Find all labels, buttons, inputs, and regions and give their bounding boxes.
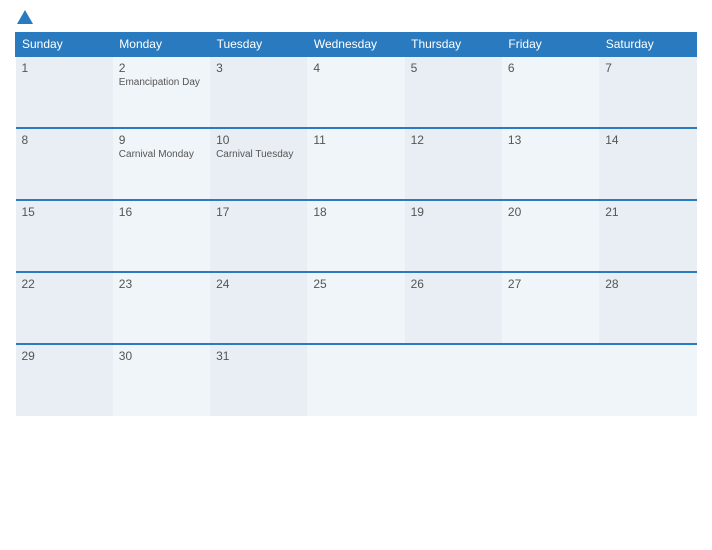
day-number: 2 [119, 61, 204, 75]
calendar-cell: 7 [599, 56, 696, 128]
calendar-table: SundayMondayTuesdayWednesdayThursdayFrid… [15, 32, 697, 416]
calendar-cell [307, 344, 404, 416]
day-number: 6 [508, 61, 593, 75]
day-number: 9 [119, 133, 204, 147]
calendar-cell: 17 [210, 200, 307, 272]
calendar-cell: 15 [16, 200, 113, 272]
calendar-page: SundayMondayTuesdayWednesdayThursdayFrid… [0, 0, 712, 550]
day-number: 22 [22, 277, 107, 291]
day-number: 14 [605, 133, 690, 147]
day-number: 3 [216, 61, 301, 75]
day-number: 15 [22, 205, 107, 219]
day-number: 7 [605, 61, 690, 75]
calendar-week-5: 29 30 31 [16, 344, 697, 416]
calendar-cell: 6 [502, 56, 599, 128]
day-header-monday: Monday [113, 33, 210, 57]
day-header-saturday: Saturday [599, 33, 696, 57]
calendar-cell: 21 [599, 200, 696, 272]
day-number: 11 [313, 133, 398, 147]
day-header-thursday: Thursday [405, 33, 502, 57]
calendar-cell: 31 [210, 344, 307, 416]
day-number: 5 [411, 61, 496, 75]
calendar-cell: 5 [405, 56, 502, 128]
day-number: 4 [313, 61, 398, 75]
day-header-tuesday: Tuesday [210, 33, 307, 57]
calendar-cell: 1 [16, 56, 113, 128]
logo-triangle-icon [17, 10, 33, 24]
calendar-cell: 10 Carnival Tuesday [210, 128, 307, 200]
day-number: 16 [119, 205, 204, 219]
calendar-cell: 14 [599, 128, 696, 200]
holiday-label: Emancipation Day [119, 77, 204, 88]
calendar-cell: 22 [16, 272, 113, 344]
day-header-friday: Friday [502, 33, 599, 57]
day-number: 12 [411, 133, 496, 147]
day-number: 10 [216, 133, 301, 147]
calendar-cell: 19 [405, 200, 502, 272]
calendar-cell [502, 344, 599, 416]
day-number: 21 [605, 205, 690, 219]
calendar-cell: 24 [210, 272, 307, 344]
day-number: 8 [22, 133, 107, 147]
day-number: 13 [508, 133, 593, 147]
day-header-sunday: Sunday [16, 33, 113, 57]
calendar-cell: 11 [307, 128, 404, 200]
calendar-cell [405, 344, 502, 416]
calendar-cell: 12 [405, 128, 502, 200]
calendar-week-3: 15 16 17 18 19 20 21 [16, 200, 697, 272]
calendar-cell: 23 [113, 272, 210, 344]
day-number: 19 [411, 205, 496, 219]
calendar-header [15, 10, 697, 26]
day-header-wednesday: Wednesday [307, 33, 404, 57]
calendar-cell: 25 [307, 272, 404, 344]
calendar-cell: 2 Emancipation Day [113, 56, 210, 128]
day-number: 29 [22, 349, 107, 363]
calendar-cell: 9 Carnival Monday [113, 128, 210, 200]
day-number: 26 [411, 277, 496, 291]
calendar-week-4: 22 23 24 25 26 27 28 [16, 272, 697, 344]
day-number: 18 [313, 205, 398, 219]
day-number: 1 [22, 61, 107, 75]
day-number: 27 [508, 277, 593, 291]
calendar-cell: 20 [502, 200, 599, 272]
calendar-cell: 13 [502, 128, 599, 200]
calendar-cell: 3 [210, 56, 307, 128]
calendar-week-1: 12 Emancipation Day 34567 [16, 56, 697, 128]
holiday-label: Carnival Tuesday [216, 149, 301, 160]
calendar-cell: 26 [405, 272, 502, 344]
day-number: 24 [216, 277, 301, 291]
logo [15, 10, 33, 26]
calendar-cell: 4 [307, 56, 404, 128]
calendar-cell: 16 [113, 200, 210, 272]
day-number: 28 [605, 277, 690, 291]
calendar-cell: 8 [16, 128, 113, 200]
day-number: 23 [119, 277, 204, 291]
calendar-cell: 27 [502, 272, 599, 344]
calendar-header-row: SundayMondayTuesdayWednesdayThursdayFrid… [16, 33, 697, 57]
calendar-cell: 18 [307, 200, 404, 272]
day-number: 31 [216, 349, 301, 363]
day-number: 25 [313, 277, 398, 291]
calendar-cell: 28 [599, 272, 696, 344]
day-number: 20 [508, 205, 593, 219]
calendar-cell: 30 [113, 344, 210, 416]
day-number: 30 [119, 349, 204, 363]
calendar-cell [599, 344, 696, 416]
calendar-cell: 29 [16, 344, 113, 416]
holiday-label: Carnival Monday [119, 149, 204, 160]
day-number: 17 [216, 205, 301, 219]
calendar-week-2: 89 Carnival Monday 10 Carnival Tuesday 11 12 1… [16, 128, 697, 200]
